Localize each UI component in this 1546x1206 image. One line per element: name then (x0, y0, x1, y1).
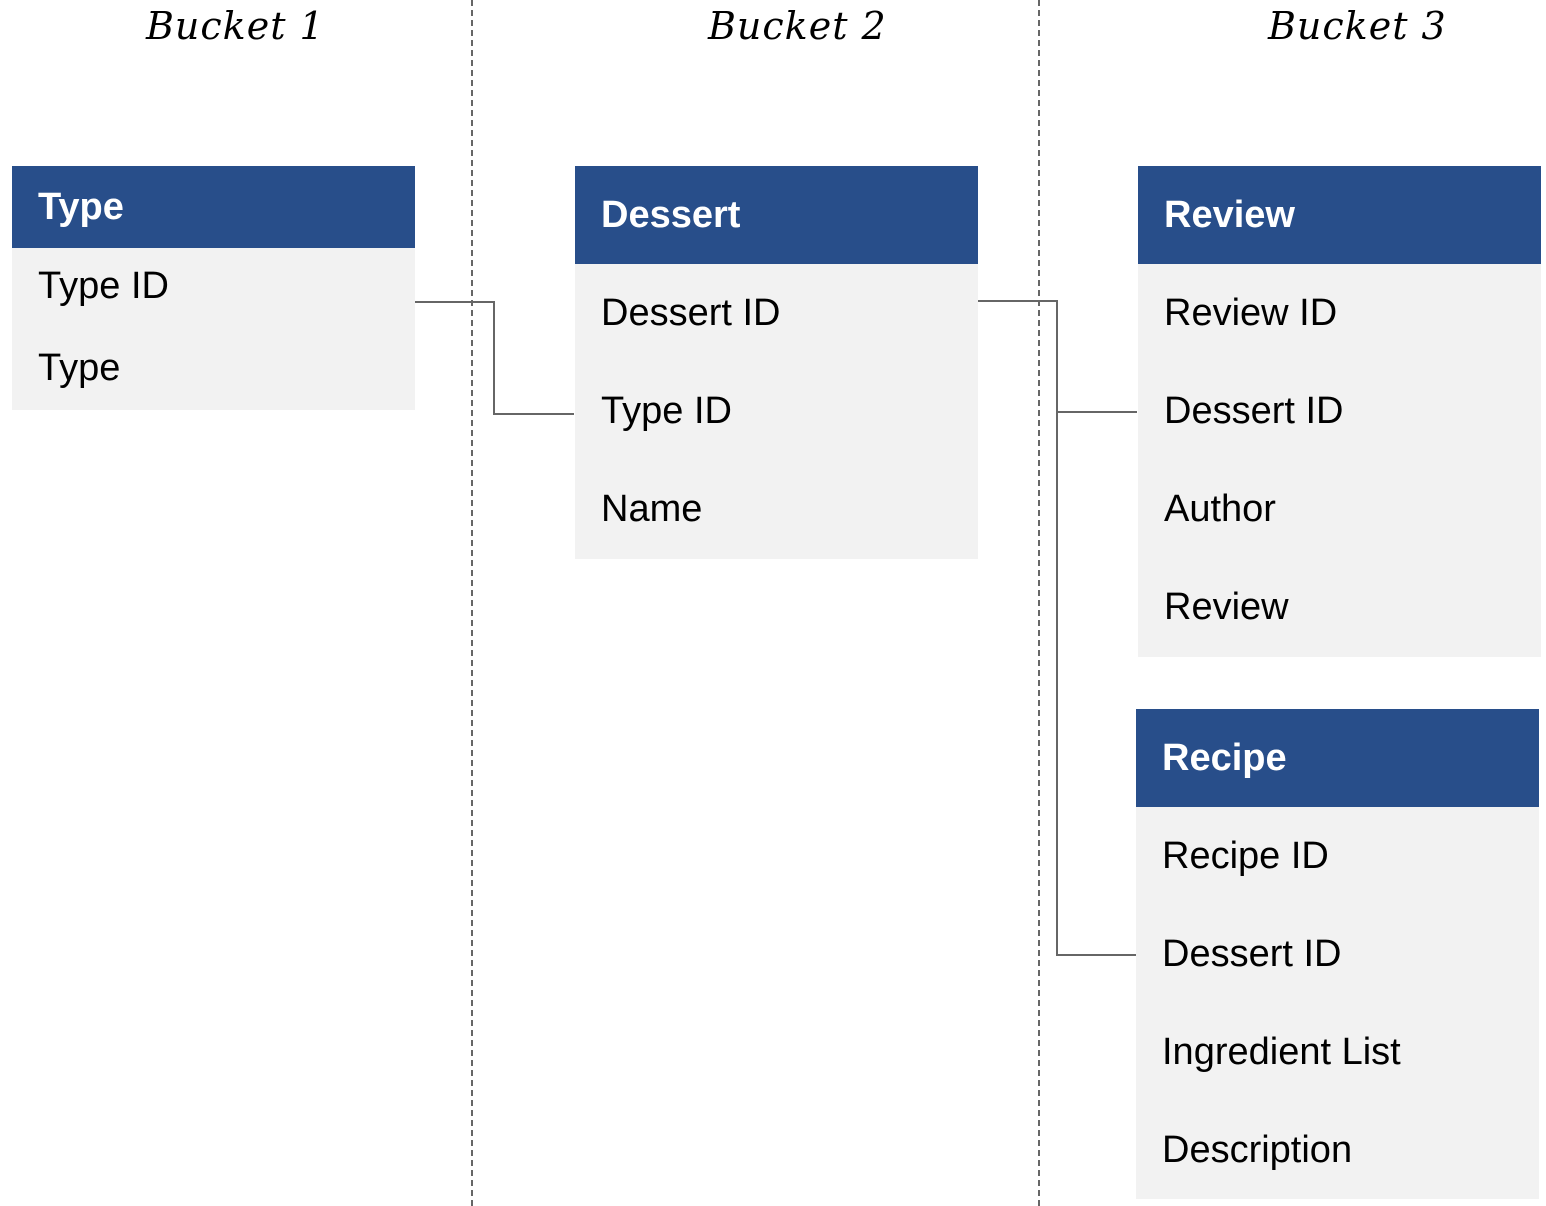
connector-dessert-to-recipe (1056, 412, 1136, 956)
review-table-field: Dessert ID (1164, 389, 1344, 432)
type-table-field: Type ID (38, 264, 169, 307)
type-table[interactable]: Type Type ID Type (12, 166, 415, 410)
recipe-table-field: Dessert ID (1162, 932, 1342, 975)
bucket-2-title: Bucket 2 (708, 4, 887, 48)
connector-dessert-to-review (978, 300, 1137, 413)
recipe-table-field: Ingredient List (1162, 1030, 1401, 1073)
review-table-field: Review ID (1164, 291, 1338, 334)
bucket-1-title: Bucket 1 (146, 4, 325, 48)
dessert-table-field: Dessert ID (601, 291, 781, 334)
bucket-divider-2 (1038, 0, 1040, 1206)
dessert-table-field: Name (601, 488, 703, 530)
dessert-table[interactable]: Dessert Dessert ID Type ID Name (575, 166, 978, 559)
dessert-table-field: Type ID (601, 389, 732, 432)
recipe-table-field: Description (1162, 1128, 1353, 1171)
review-table-field: Author (1164, 487, 1276, 530)
review-table[interactable]: Review Review ID Dessert ID Author Revie… (1138, 166, 1541, 657)
review-table-field: Review (1164, 586, 1289, 628)
review-table-header: Review (1138, 166, 1541, 264)
bucket-divider-1 (471, 0, 473, 1206)
recipe-table-header: Recipe (1136, 709, 1539, 807)
type-table-header: Type (12, 166, 415, 248)
bucket-3-title: Bucket 3 (1268, 4, 1447, 48)
dessert-table-header: Dessert (575, 166, 978, 264)
recipe-table-field: Recipe ID (1162, 834, 1329, 877)
recipe-table[interactable]: Recipe Recipe ID Dessert ID Ingredient L… (1136, 709, 1539, 1199)
type-table-field: Type (38, 346, 121, 389)
connector-type-to-dessert (415, 301, 574, 415)
